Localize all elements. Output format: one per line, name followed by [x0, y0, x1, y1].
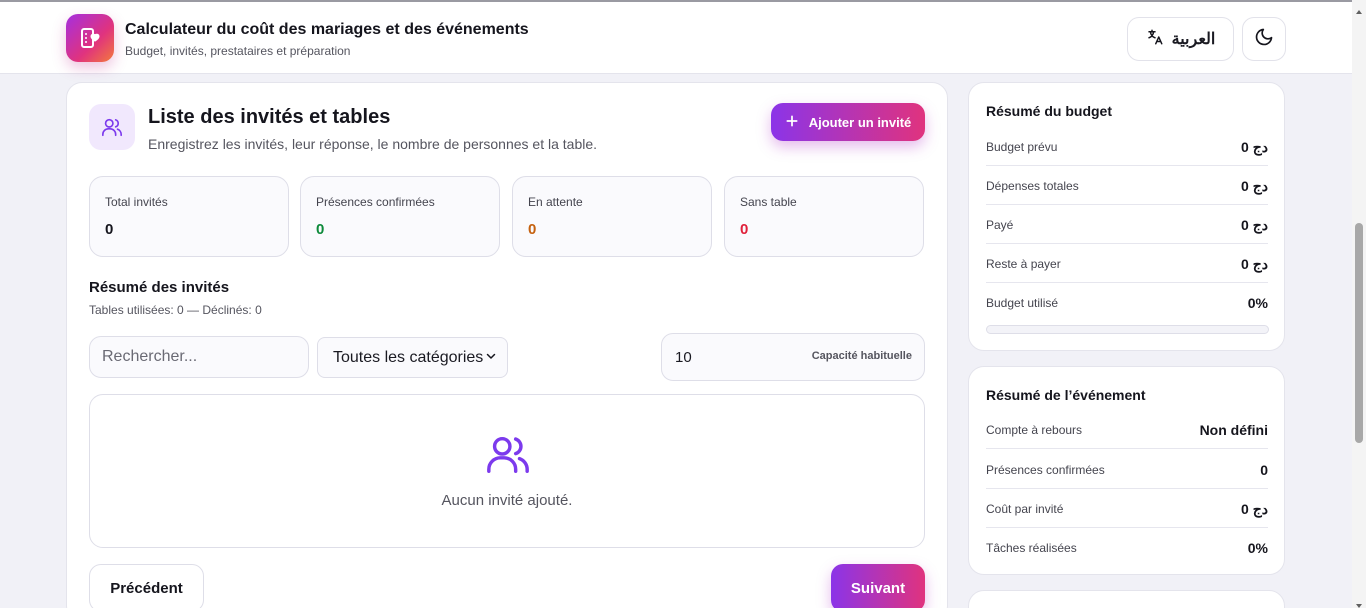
app-header: Calculateur du coût des mariages et des …: [0, 2, 1352, 74]
row-value: دج 0: [1241, 139, 1268, 155]
budget-row: Dépenses totales دج 0: [986, 166, 1268, 205]
add-guest-label: Ajouter un invité: [808, 114, 912, 130]
budget-row: Payé دج 0: [986, 205, 1268, 244]
users-icon: [485, 431, 531, 477]
stat-value: 0: [528, 221, 537, 238]
search-input[interactable]: [89, 336, 309, 378]
row-label: Tâches réalisées: [986, 541, 1077, 555]
stat-label: En attente: [528, 195, 583, 209]
stat-label: Total invités: [105, 195, 168, 209]
previous-button[interactable]: Précédent: [89, 564, 204, 608]
users-icon: [89, 104, 135, 150]
chevron-down-icon: [485, 349, 497, 367]
language-button[interactable]: العربية: [1127, 17, 1234, 61]
stat-card-pending: En attente 0: [512, 176, 712, 257]
add-guest-button[interactable]: Ajouter un invité: [771, 103, 925, 141]
scroll-down-icon[interactable]: [1355, 597, 1363, 608]
category-selected: Toutes les catégories: [333, 348, 484, 366]
row-value: 0: [1260, 462, 1268, 478]
app-logo-icon: [66, 14, 114, 62]
section-description: Enregistrez les invités, leur réponse, l…: [148, 136, 598, 152]
capacity-field[interactable]: 10 Capacité habituelle: [661, 333, 925, 381]
category-select[interactable]: Toutes les catégories: [317, 337, 508, 378]
row-value: Non défini: [1199, 422, 1268, 438]
event-row: Compte à rebours Non défini: [986, 410, 1268, 449]
row-label: Coût par invité: [986, 502, 1064, 516]
row-value: دج 0: [1241, 217, 1268, 233]
event-row: Tâches réalisées 0%: [986, 528, 1268, 567]
capacity-label: Capacité habituelle: [811, 350, 912, 362]
section-title: Liste des invités et tables: [148, 106, 391, 128]
event-row: Présences confirmées 0: [986, 450, 1268, 489]
budget-summary-title: Résumé du budget: [986, 103, 1113, 119]
stat-label: Présences confirmées: [316, 195, 435, 209]
row-label: Budget utilisé: [986, 296, 1059, 310]
budget-row: Budget utilisé 0%: [986, 283, 1268, 322]
stat-value: 0: [316, 221, 325, 238]
empty-state: Aucun invité ajouté.: [89, 394, 925, 548]
row-label: Payé: [986, 218, 1014, 232]
stat-card-total: Total invités 0: [89, 176, 289, 257]
event-summary-title: Résumé de l’événement: [986, 387, 1146, 403]
app-title: Calculateur du coût des mariages et des …: [125, 21, 529, 38]
capacity-value[interactable]: 10: [675, 349, 692, 366]
scroll-up-icon[interactable]: [1355, 3, 1363, 14]
translate-icon: [1146, 28, 1164, 51]
event-summary-card: Résumé de l’événement Compte à rebours N…: [968, 366, 1285, 575]
row-value: دج 0: [1241, 256, 1268, 272]
plus-icon: [785, 114, 799, 131]
row-value: دج 0: [1241, 501, 1268, 517]
event-row: Coût par invité دج 0: [986, 489, 1268, 528]
budget-row: Reste à payer دج 0: [986, 244, 1268, 283]
stat-value: 0: [105, 221, 114, 238]
stat-value: 0: [740, 221, 749, 238]
theme-toggle-button[interactable]: [1242, 17, 1286, 61]
row-label: Dépenses totales: [986, 179, 1079, 193]
row-label: Reste à payer: [986, 257, 1061, 271]
app-subtitle: Budget, invités, prestataires et prépara…: [125, 44, 351, 58]
guest-summary-sub: Tables utilisées: 0 — Déclinés: 0: [89, 303, 262, 317]
row-label: Présences confirmées: [986, 463, 1105, 477]
next-button[interactable]: Suivant: [831, 564, 925, 608]
stat-label: Sans table: [740, 195, 797, 209]
row-label: Compte à rebours: [986, 423, 1083, 437]
budget-row: Budget prévu دج 0: [986, 127, 1268, 166]
budget-summary-card: Résumé du budget Budget prévu دج 0 Dépen…: [968, 82, 1285, 351]
row-value: دج 0: [1241, 178, 1268, 194]
scrollbar-thumb[interactable]: [1355, 223, 1363, 443]
row-value: 0%: [1247, 540, 1268, 556]
language-label: العربية: [1171, 31, 1216, 48]
empty-state-text: Aucun invité ajouté.: [441, 492, 573, 509]
row-label: Budget prévu: [986, 140, 1058, 154]
next-summary-card: [968, 590, 1285, 608]
stat-card-no-table: Sans table 0: [724, 176, 924, 257]
guest-summary-title: Résumé des invités: [89, 279, 230, 296]
stat-card-confirmed: Présences confirmées 0: [300, 176, 500, 257]
row-value: 0%: [1247, 295, 1268, 311]
moon-icon: [1254, 27, 1274, 52]
budget-progress-bar: [986, 325, 1269, 334]
